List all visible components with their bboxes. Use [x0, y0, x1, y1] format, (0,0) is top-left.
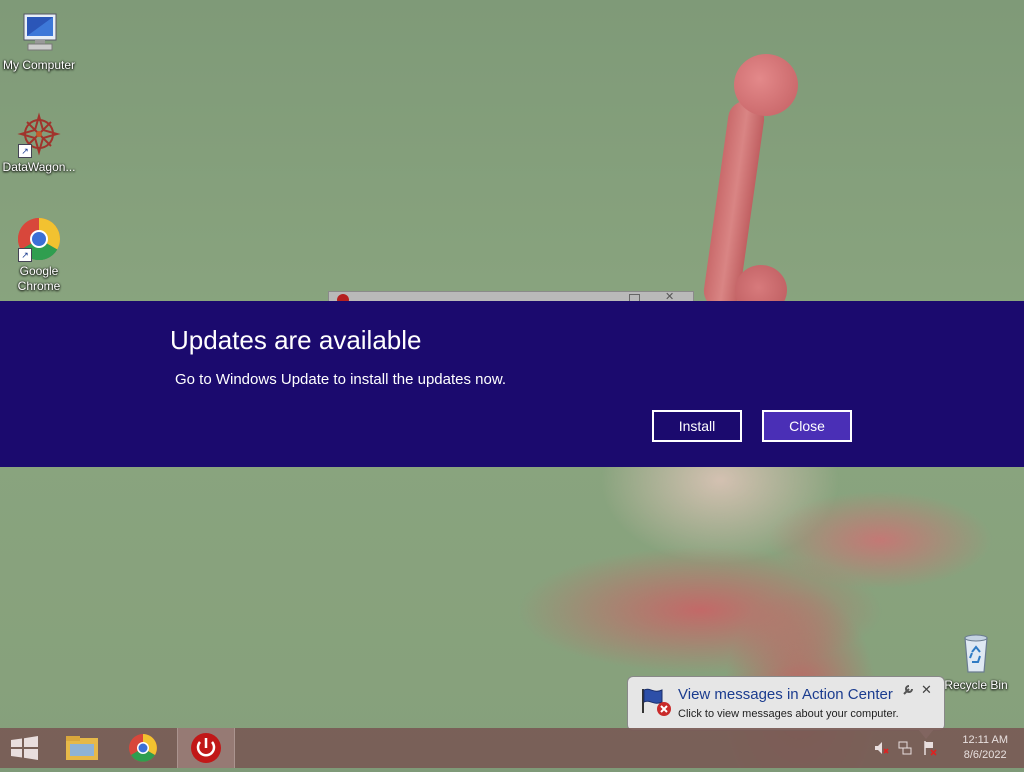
chrome-taskbar-button[interactable]	[115, 728, 171, 768]
chrome-icon: ↗	[16, 216, 62, 262]
wallpaper-flower-bud	[734, 54, 798, 116]
shortcut-arrow-icon: ↗	[18, 144, 32, 158]
power-app-icon	[191, 733, 221, 763]
shortcut-arrow-icon: ↗	[18, 248, 32, 262]
taskbar-clock[interactable]: 12:11 AM 8/6/2022	[962, 733, 1008, 763]
taskbar: 12:11 AM 8/6/2022	[0, 728, 1024, 768]
volume-muted-icon[interactable]	[873, 740, 889, 756]
action-center-subtext: Click to view messages about your comput…	[678, 708, 899, 720]
action-center-heading: View messages in Action Center	[678, 686, 893, 703]
desktop-icon-label: Google Chrome	[17, 264, 61, 293]
balloon-close-icon[interactable]: ✕	[921, 682, 932, 698]
desktop-icon-google-chrome[interactable]: ↗ Google Chrome	[0, 216, 78, 294]
chrome-icon	[129, 734, 157, 762]
recycle-bin-icon	[953, 630, 999, 676]
desktop-icon-datawagon[interactable]: ↗ DataWagon...	[0, 112, 78, 175]
action-center-notification[interactable]: View messages in Action Center Click to …	[627, 676, 945, 739]
datawagon-icon: ↗	[16, 112, 62, 158]
updates-available-banner: Updates are available Go to Windows Upda…	[0, 301, 1024, 467]
banner-message: Go to Windows Update to install the upda…	[175, 371, 507, 388]
desktop-icon-label: Recycle Bin	[944, 678, 1008, 692]
desktop-icon-my-computer[interactable]: My Computer	[0, 10, 78, 73]
action-center-flag-icon[interactable]	[922, 740, 938, 756]
action-center-flag-icon	[640, 687, 672, 717]
power-app-button[interactable]	[177, 728, 235, 768]
wrench-icon[interactable]	[902, 683, 914, 695]
network-icon[interactable]	[897, 740, 913, 756]
clock-date: 8/6/2022	[963, 749, 1007, 761]
desktop-icon-label: DataWagon...	[2, 160, 76, 174]
computer-icon	[16, 10, 62, 56]
install-button[interactable]: Install	[652, 410, 742, 442]
clock-time: 12:11 AM	[962, 734, 1008, 746]
start-button[interactable]	[0, 728, 56, 768]
banner-title: Updates are available	[170, 325, 422, 355]
desktop-icon-label: My Computer	[2, 58, 76, 72]
file-explorer-icon	[66, 736, 98, 760]
start-icon	[11, 736, 38, 760]
file-explorer-button[interactable]	[54, 728, 110, 768]
desktop-icon-recycle-bin[interactable]: Recycle Bin	[936, 630, 1016, 693]
close-button[interactable]: Close	[762, 410, 852, 442]
